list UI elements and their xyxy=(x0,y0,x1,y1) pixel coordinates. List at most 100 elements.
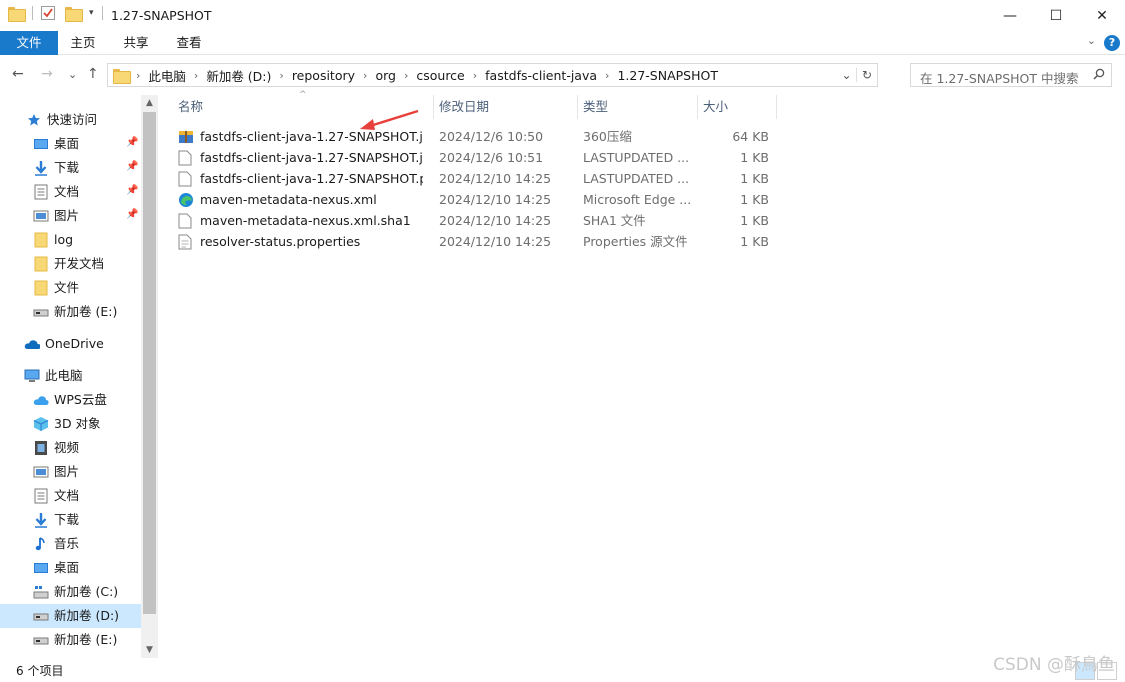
sidebar-item-music[interactable]: 音乐 xyxy=(33,532,79,556)
address-dropdown-icon[interactable]: ⌄ xyxy=(837,68,857,82)
tab-home[interactable]: 主页 xyxy=(58,31,108,55)
file-size: 1 KB xyxy=(740,150,769,165)
file-row[interactable]: maven-metadata-nexus.xml.sha1 2024/12/10… xyxy=(174,210,774,231)
file-row[interactable]: fastdfs-client-java-1.27-SNAPSHOT.p... 2… xyxy=(174,168,774,189)
sidebar-item-documents[interactable]: 文档 xyxy=(33,180,79,204)
help-icon[interactable]: ? xyxy=(1104,35,1120,51)
scroll-thumb[interactable] xyxy=(143,112,156,614)
file-list: ^ 名称 修改日期 类型 大小 fastdfs-client-java-1.27… xyxy=(159,90,1125,658)
pin-icon[interactable]: 📌 xyxy=(126,161,138,172)
back-button[interactable]: ← xyxy=(12,66,24,82)
breadcrumb-org[interactable]: org xyxy=(370,68,401,83)
search-icon[interactable] xyxy=(1093,68,1105,80)
sidebar-item-files[interactable]: 文件 xyxy=(33,276,79,300)
sidebar-item-drive-e-quick[interactable]: 新加卷 (E:) xyxy=(33,300,117,324)
new-folder-icon[interactable] xyxy=(65,6,83,22)
file-date: 2024/12/10 14:25 xyxy=(439,192,552,207)
tab-share[interactable]: 共享 xyxy=(110,31,162,55)
sidebar-item-label: 图片 xyxy=(54,464,80,479)
column-divider[interactable] xyxy=(776,95,777,119)
sidebar-item-label: 新加卷 (E:) xyxy=(54,632,118,647)
sidebar-item-log[interactable]: log xyxy=(33,228,73,252)
minimize-button[interactable]: — xyxy=(987,0,1033,31)
close-button[interactable]: ✕ xyxy=(1079,0,1125,31)
column-header-name[interactable]: 名称 xyxy=(172,95,203,119)
chevron-right-icon[interactable]: › xyxy=(470,69,480,82)
chevron-right-icon[interactable]: › xyxy=(360,69,370,82)
breadcrumb-fastdfs-client-java[interactable]: fastdfs-client-java xyxy=(480,68,602,83)
sidebar-item-downloads[interactable]: 下载 xyxy=(33,156,79,180)
column-header-size[interactable]: 大小 xyxy=(697,95,728,119)
breadcrumb-csource[interactable]: csource xyxy=(411,68,469,83)
file-name: resolver-status.properties xyxy=(200,234,361,249)
breadcrumb-current-folder[interactable]: 1.27-SNAPSHOT xyxy=(612,68,723,83)
customize-toolbar-icon[interactable]: ▾ xyxy=(89,8,94,18)
recent-locations-button[interactable]: ⌄ xyxy=(68,68,77,81)
sidebar-item-label: 快速访问 xyxy=(47,112,98,127)
sidebar-item-drive-c[interactable]: 新加卷 (C:) xyxy=(33,580,118,604)
sidebar-item-desktop-pc[interactable]: 桌面 xyxy=(33,556,79,580)
sidebar-item-label: 文档 xyxy=(54,488,80,503)
folder-icon xyxy=(113,68,131,84)
forward-button[interactable]: → xyxy=(41,66,53,82)
expand-ribbon-icon[interactable]: ⌄ xyxy=(1087,34,1096,47)
sidebar-item-3d-objects[interactable]: 3D 对象 xyxy=(33,412,101,436)
chevron-right-icon[interactable]: › xyxy=(602,69,612,82)
tab-view[interactable]: 查看 xyxy=(163,31,215,55)
title-bar: ▾ 1.27-SNAPSHOT — ☐ ✕ xyxy=(0,0,1125,31)
document-icon xyxy=(33,488,49,504)
breadcrumb-drive-d[interactable]: 新加卷 (D:) xyxy=(201,66,276,85)
sidebar-item-label: 下载 xyxy=(54,160,80,175)
column-header-type[interactable]: 类型 xyxy=(577,95,608,119)
sidebar-item-dev-docs[interactable]: 开发文档 xyxy=(33,252,104,276)
properties-icon xyxy=(178,234,194,250)
search-input[interactable]: 在 1.27-SNAPSHOT 中搜索 xyxy=(920,68,1078,87)
refresh-icon[interactable]: ↻ xyxy=(857,68,877,82)
up-button[interactable]: ↑ xyxy=(87,66,99,82)
sidebar-item-pictures-pc[interactable]: 图片 xyxy=(33,460,79,484)
search-box[interactable]: 在 1.27-SNAPSHOT 中搜索 xyxy=(910,63,1112,87)
folder-icon xyxy=(33,256,49,272)
desktop-icon xyxy=(33,560,49,576)
sidebar-item-label: 文件 xyxy=(54,280,80,295)
file-row[interactable]: fastdfs-client-java-1.27-SNAPSHOT.ja... … xyxy=(174,147,774,168)
address-bar[interactable]: › 此电脑 › 新加卷 (D:) › repository › org › cs… xyxy=(107,63,878,87)
sidebar-item-pictures[interactable]: 图片 xyxy=(33,204,79,228)
tab-file[interactable]: 文件 xyxy=(0,31,58,55)
pin-icon[interactable]: 📌 xyxy=(126,137,138,148)
pin-icon[interactable]: 📌 xyxy=(126,185,138,196)
sidebar-item-quick-access[interactable]: 快速访问 xyxy=(26,108,97,132)
file-row[interactable]: fastdfs-client-java-1.27-SNAPSHOT.jar 20… xyxy=(174,126,774,147)
chevron-right-icon[interactable]: › xyxy=(276,69,286,82)
scroll-up-icon[interactable]: ▲ xyxy=(141,95,158,111)
document-icon xyxy=(33,184,49,200)
sidebar-item-videos[interactable]: 视频 xyxy=(33,436,79,460)
scroll-down-icon[interactable]: ▼ xyxy=(141,642,158,658)
folder-icon xyxy=(33,232,49,248)
file-row[interactable]: resolver-status.properties 2024/12/10 14… xyxy=(174,231,774,252)
sidebar-item-drive-e[interactable]: 新加卷 (E:) xyxy=(33,628,117,652)
sidebar-item-wps-cloud[interactable]: WPS云盘 xyxy=(33,388,107,412)
properties-check-icon[interactable] xyxy=(41,6,55,20)
archive-icon xyxy=(178,129,194,145)
breadcrumb-this-pc[interactable]: 此电脑 xyxy=(143,66,191,85)
breadcrumb-repository[interactable]: repository xyxy=(287,68,360,83)
file-name: fastdfs-client-java-1.27-SNAPSHOT.ja... xyxy=(200,150,423,165)
file-row[interactable]: maven-metadata-nexus.xml 2024/12/10 14:2… xyxy=(174,189,774,210)
file-icon xyxy=(178,213,194,229)
drive-icon xyxy=(33,584,49,600)
sidebar-item-this-pc[interactable]: 此电脑 xyxy=(24,364,83,388)
sidebar-scrollbar[interactable]: ▲ ▼ xyxy=(141,95,158,658)
desktop-icon xyxy=(33,136,49,152)
maximize-button[interactable]: ☐ xyxy=(1033,0,1079,31)
column-header-date[interactable]: 修改日期 xyxy=(433,95,489,119)
sidebar-item-desktop[interactable]: 桌面 xyxy=(33,132,79,156)
sidebar-item-drive-d[interactable]: 新加卷 (D:) xyxy=(0,604,141,628)
chevron-right-icon[interactable]: › xyxy=(133,69,143,82)
pin-icon[interactable]: 📌 xyxy=(126,209,138,220)
chevron-right-icon[interactable]: › xyxy=(401,69,411,82)
sidebar-item-documents-pc[interactable]: 文档 xyxy=(33,484,79,508)
chevron-right-icon[interactable]: › xyxy=(191,69,201,82)
sidebar-item-downloads-pc[interactable]: 下载 xyxy=(33,508,79,532)
sidebar-item-onedrive[interactable]: OneDrive xyxy=(24,332,104,356)
